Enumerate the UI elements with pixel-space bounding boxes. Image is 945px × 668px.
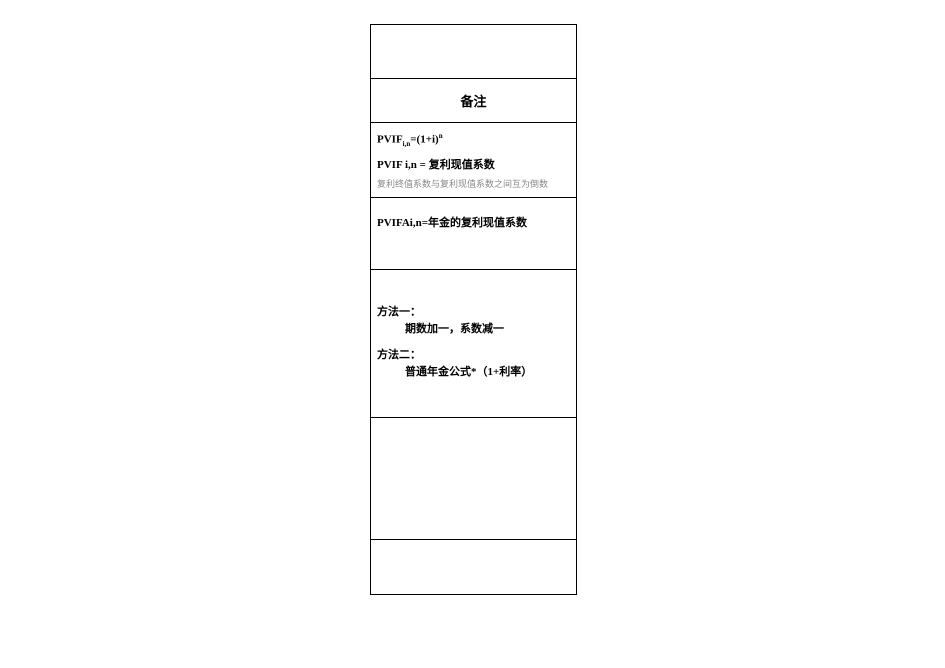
cell-methods: 方法一： 期数加一，系数减一 方法二： 普通年金公式*（1+利率） bbox=[371, 270, 576, 418]
method1-title: 方法一： bbox=[377, 304, 570, 321]
cell-pvifa: PVIFAi,n=年金的复利现值系数 bbox=[371, 198, 576, 270]
pvif-note: 复利终值系数与复利现值系数之间互为倒数 bbox=[377, 178, 570, 192]
document-page: 备注 PVIFi,n=(1+i)n PVIF i,n = 复利现值系数 复利终值… bbox=[0, 0, 945, 668]
pvif-definition: PVIF i,n = 复利现值系数 bbox=[377, 157, 570, 174]
method2-title: 方法二： bbox=[377, 347, 570, 364]
method2-body: 普通年金公式*（1+利率） bbox=[377, 364, 570, 381]
pvifa-definition: PVIFAi,n=年金的复利现值系数 bbox=[377, 214, 570, 230]
pvif-formula: PVIFi,n=(1+i)n bbox=[377, 131, 570, 149]
pvif-formula-sup: n bbox=[439, 132, 443, 140]
cell-empty-bottom bbox=[371, 540, 576, 594]
notes-column: 备注 PVIFi,n=(1+i)n PVIF i,n = 复利现值系数 复利终值… bbox=[370, 24, 577, 595]
methods-gap bbox=[377, 337, 570, 347]
cell-pvif: PVIFi,n=(1+i)n PVIF i,n = 复利现值系数 复利终值系数与… bbox=[371, 123, 576, 198]
header-text: 备注 bbox=[460, 91, 486, 110]
cell-header: 备注 bbox=[371, 79, 576, 123]
cell-empty-top bbox=[371, 25, 576, 79]
cell-empty-mid bbox=[371, 418, 576, 540]
pvif-formula-eq: =(1+i) bbox=[410, 134, 438, 146]
pvif-formula-prefix: PVIF bbox=[377, 134, 403, 146]
method1-body: 期数加一，系数减一 bbox=[377, 321, 570, 338]
